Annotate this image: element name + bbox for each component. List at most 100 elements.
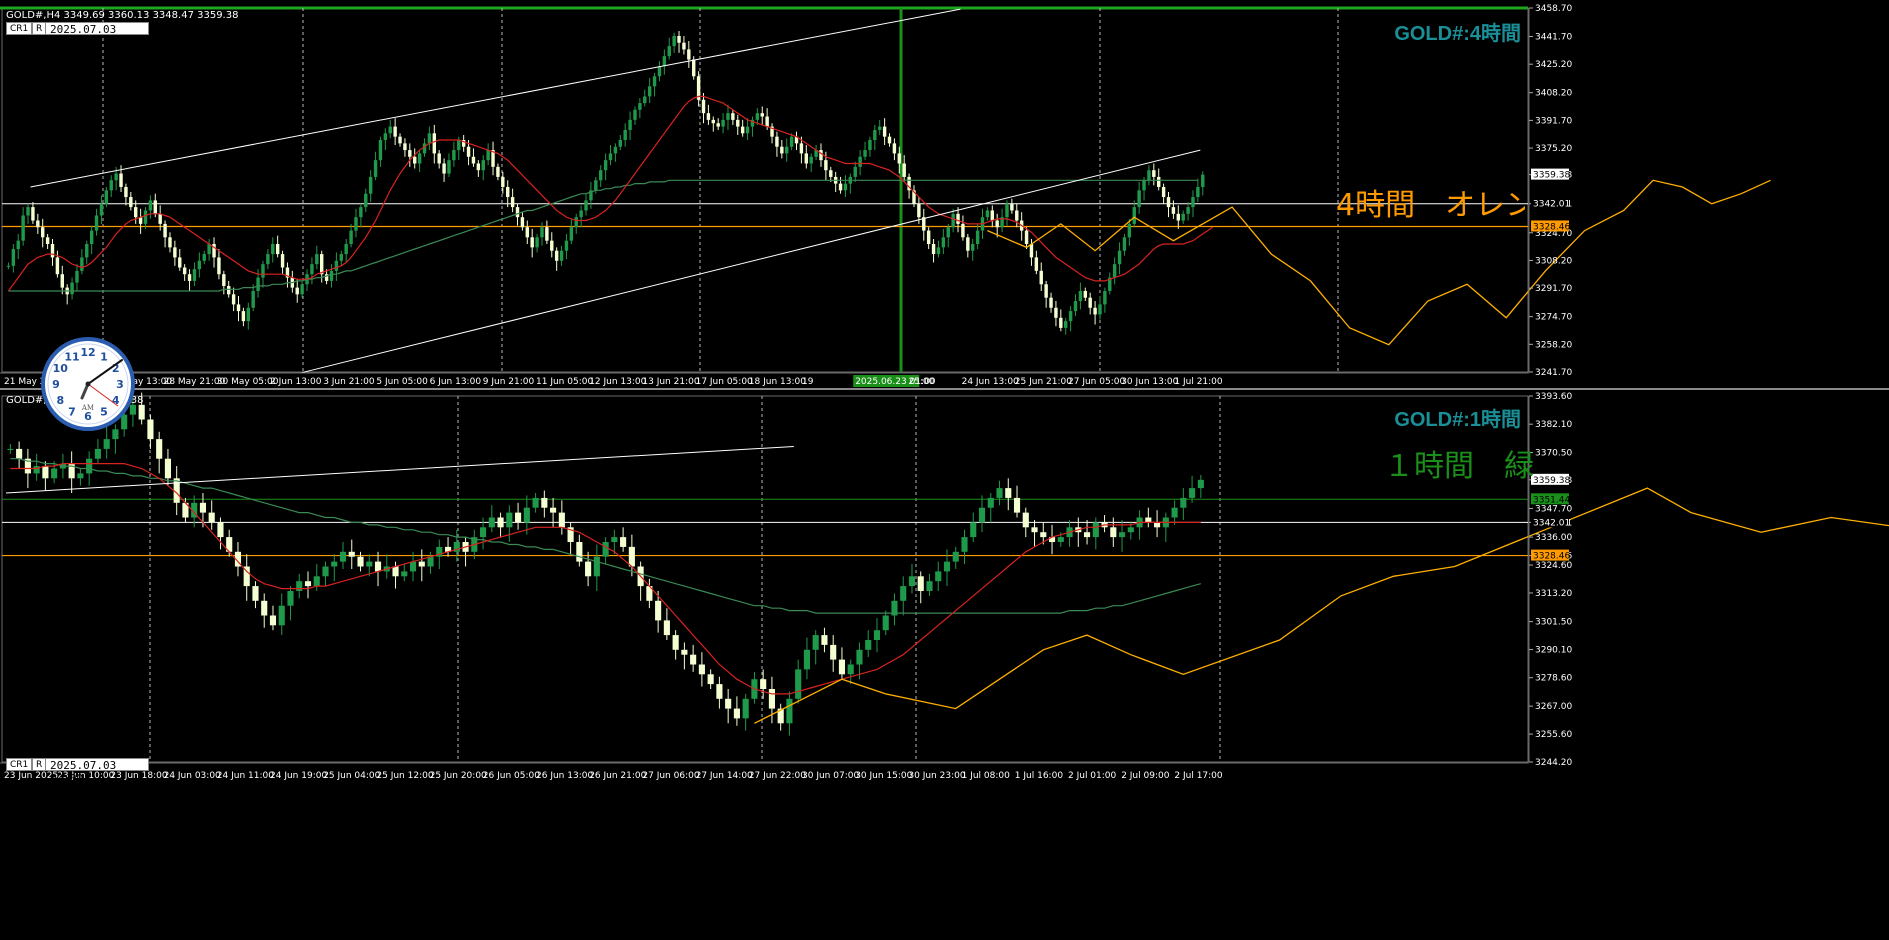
candle-body	[780, 146, 784, 154]
candle-body	[70, 282, 74, 295]
candle-body	[1127, 223, 1132, 238]
candle-body	[618, 140, 623, 147]
candle-body	[897, 153, 902, 164]
x-tick-label: 13 Jun 21:00	[642, 377, 699, 387]
candle-body	[392, 566, 399, 577]
h4-chart-panel[interactable]: 3458.70 3441.70 3425.20 3408.20 3391.70 3375.…	[0, 0, 1889, 390]
candle-body	[442, 163, 446, 174]
h1-datetime-field[interactable]: 2025.07.03 00:00	[45, 758, 149, 785]
candle-body	[623, 129, 627, 141]
candle-body	[401, 571, 408, 577]
y-tick-label: 3301.50	[1535, 618, 1572, 628]
candle-body	[611, 537, 618, 543]
candle-body	[1044, 284, 1048, 298]
candle-body	[520, 217, 525, 228]
candle-body	[628, 119, 632, 130]
candle-body	[882, 126, 887, 137]
candle-body	[99, 203, 104, 216]
candle-body	[554, 250, 559, 261]
candle-body	[339, 254, 344, 261]
candle-body	[322, 566, 329, 577]
clock-number: 11	[64, 350, 79, 363]
y-tick-label: 3255.60	[1535, 730, 1572, 740]
clock-number: 10	[53, 362, 69, 375]
candle-body	[510, 197, 515, 208]
candle-body	[1054, 307, 1058, 318]
candle-body	[900, 586, 907, 601]
candle-body	[331, 561, 338, 567]
x-tick-label: 1 Jul 08:00	[962, 771, 1011, 781]
y-tick-label: 3375.20	[1535, 144, 1572, 154]
x-tick-label: 1 Jul 16:00	[1015, 771, 1064, 781]
candle-body	[961, 223, 965, 238]
candle-body	[824, 160, 828, 171]
candle-body	[902, 163, 906, 177]
candle-body	[138, 404, 145, 420]
candle-body	[1201, 174, 1205, 187]
h1-cr1-button[interactable]: CR1	[6, 758, 33, 771]
candle-body	[31, 207, 35, 221]
x-tick-label: 25:00	[908, 377, 934, 387]
y-tick-label: 3336.00	[1535, 533, 1572, 543]
candle-body	[1078, 290, 1083, 302]
candle-body	[427, 133, 432, 144]
candle-body	[667, 46, 671, 57]
candle-body	[1040, 532, 1047, 538]
candle-body	[633, 109, 637, 120]
candle-body	[1010, 203, 1014, 211]
candle-body	[55, 257, 60, 275]
candle-body	[1132, 207, 1136, 224]
candle-body	[655, 600, 662, 621]
candle-body	[417, 153, 422, 164]
candle-body	[334, 260, 339, 271]
y-tick-label: 3267.00	[1535, 702, 1572, 712]
candle-body	[348, 551, 355, 557]
candle-body	[1068, 311, 1073, 322]
candle-body	[887, 136, 892, 144]
candle-body	[515, 512, 522, 523]
ma-green-line	[8, 179, 1198, 292]
candle-body	[349, 230, 353, 245]
candle-body	[745, 126, 750, 134]
candle-body	[593, 556, 600, 577]
candle-body	[936, 247, 941, 255]
x-tick-label: 12 Jun 13:00	[589, 377, 646, 387]
candle-body	[716, 123, 720, 127]
candle-body	[1154, 522, 1161, 528]
candle-body	[164, 458, 172, 479]
candle-body	[256, 277, 260, 291]
candle-body	[506, 512, 513, 528]
candle-body	[471, 156, 476, 164]
h4-datetime-field[interactable]: 2025.07.03 01:00	[45, 22, 149, 49]
candle-body	[765, 116, 769, 127]
candle-body	[1005, 203, 1009, 218]
candle-body	[6, 265, 11, 267]
ma-red-line	[7, 95, 1213, 292]
candle-body	[908, 576, 916, 587]
candle-body	[1122, 237, 1127, 251]
candle-body	[310, 264, 314, 275]
candle-body	[1083, 290, 1088, 298]
candle-body	[952, 551, 959, 562]
y-tick-label: 3393.60	[1535, 392, 1572, 402]
candle-body	[856, 649, 863, 665]
h4-symbol-header: GOLD#,H4 3349.69 3360.13 3348.47 3359.38	[6, 10, 239, 21]
h4-cr1-button[interactable]: CR1	[6, 22, 33, 35]
candle-body	[422, 143, 427, 154]
candle-body	[315, 254, 319, 265]
candle-body	[559, 250, 564, 261]
candle-body	[569, 227, 574, 241]
candle-body	[532, 497, 539, 508]
candle-body	[231, 294, 236, 305]
candle-body	[843, 183, 848, 191]
h1-chart-panel[interactable]: 3393.60 3382.10 3370.50 3359.38 3347.70 3342.…	[0, 390, 1889, 940]
candle-body	[726, 113, 730, 120]
candle-body	[148, 200, 153, 211]
candle-body	[501, 176, 505, 187]
candle-body	[1039, 270, 1043, 285]
candle-body	[725, 698, 732, 709]
candle-body	[344, 244, 348, 255]
candle-body	[657, 66, 662, 77]
analog-clock-widget[interactable]: 12 1234567891011AM	[40, 336, 136, 432]
candle-body	[1127, 527, 1134, 533]
